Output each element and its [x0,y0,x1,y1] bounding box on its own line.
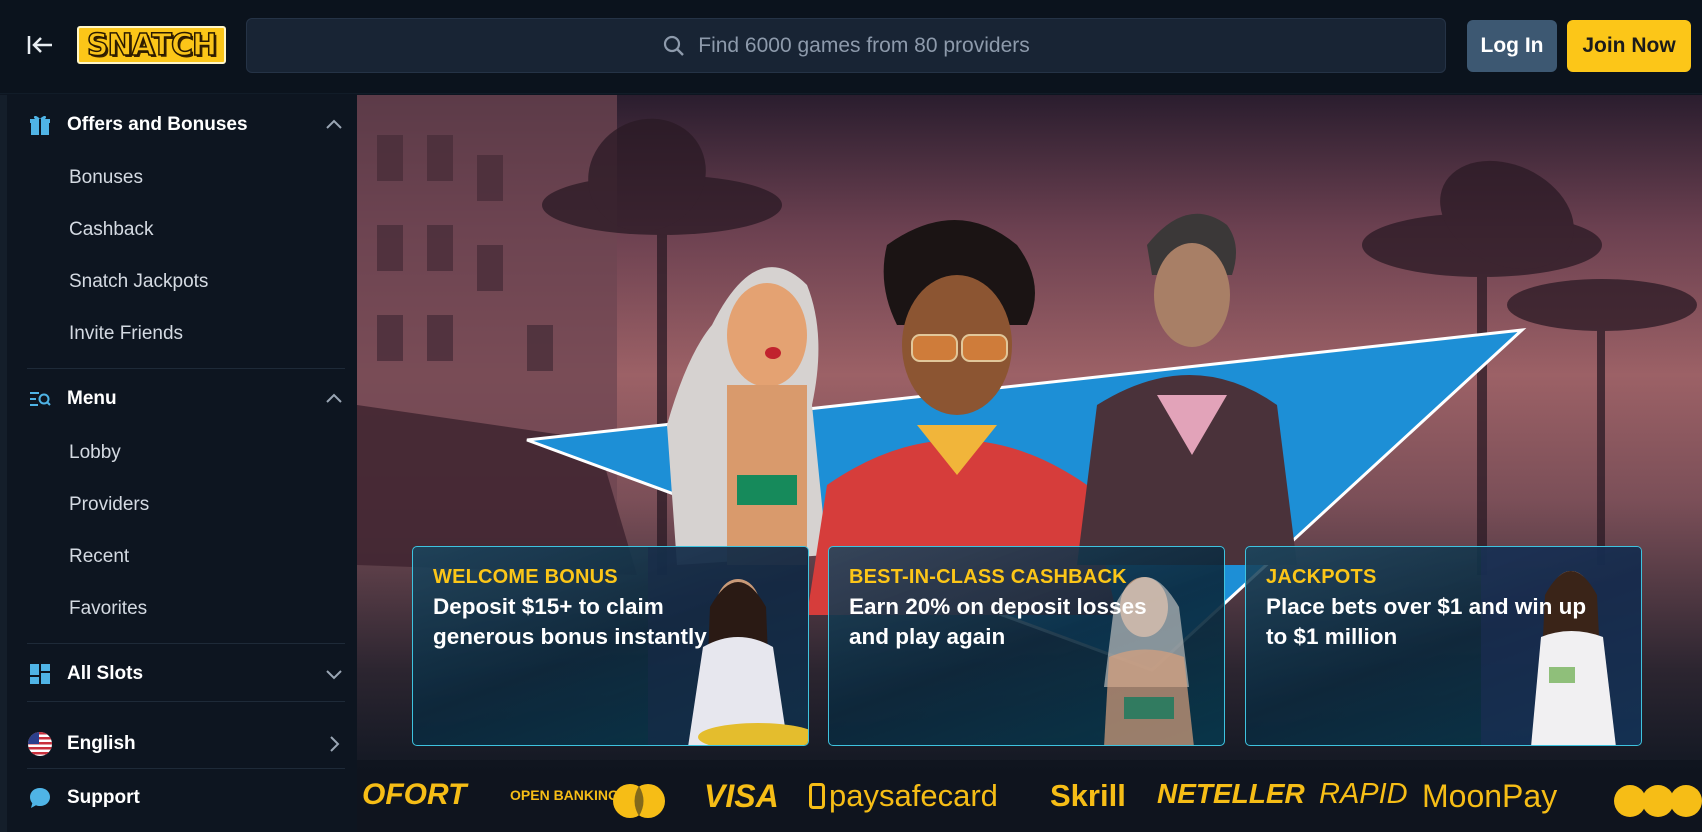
search-placeholder: Find 6000 games from 80 providers [698,33,1030,57]
divider [27,701,345,702]
chat-bubble-icon [27,785,53,811]
promo-card-welcome-bonus[interactable]: WELCOME BONUS Deposit $15+ to claim gene… [412,546,809,746]
promo-card-cashback[interactable]: BEST-IN-CLASS CASHBACK Earn 20% on depos… [828,546,1225,746]
crypto-coins-icon [1614,785,1702,817]
search-input[interactable]: Find 6000 games from 80 providers [246,18,1446,73]
sidebar-item-invite-friends[interactable]: Invite Friends [69,323,183,345]
menu-search-icon [27,386,53,412]
sidebar-item-cashback[interactable]: Cashback [69,219,154,241]
paysafecard-lock-icon [809,783,825,809]
sidebar-section-label: Menu [67,388,117,409]
sidebar: Offers and Bonuses Bonuses Cashback Snat… [0,95,357,832]
payment-moonpay: MoonPay [1422,778,1558,814]
mastercard-icon [613,784,665,818]
payment-sofort: OFORT [362,778,467,811]
logo[interactable]: SNATCH [77,26,226,64]
sidebar-item-recent[interactable]: Recent [69,546,129,568]
divider [27,368,345,369]
payment-visa: VISA [704,778,779,814]
payment-paysafecard: paysafecard [829,778,998,813]
sidebar-item-favorites[interactable]: Favorites [69,598,147,620]
join-now-button[interactable]: Join Now [1567,20,1691,72]
promo-kicker: JACKPOTS [1266,566,1377,588]
support-label: Support [67,787,140,808]
sidebar-item-lobby[interactable]: Lobby [69,442,121,464]
sidebar-section-all-slots[interactable]: All Slots [27,649,345,699]
top-bar: SNATCH Find 6000 games from 80 providers… [0,0,1702,94]
chevron-right-icon [330,736,340,752]
sidebar-item-bonuses[interactable]: Bonuses [69,167,143,189]
promo-card-jackpots[interactable]: JACKPOTS Place bets over $1 and win up t… [1245,546,1642,746]
collapse-sidebar-icon[interactable] [26,32,56,58]
promo-kicker: WELCOME BONUS [433,566,618,588]
sidebar-section-label: All Slots [67,663,144,684]
chevron-up-icon [326,393,342,403]
hero-banner[interactable]: WELCOME BONUS Deposit $15+ to claim gene… [357,95,1702,832]
chevron-up-icon [326,119,342,129]
logo-text: SNATCH [86,27,218,64]
gift-icon [27,112,53,138]
sidebar-item-providers[interactable]: Providers [69,494,149,516]
language-label: English [67,733,136,754]
promo-kicker: BEST-IN-CLASS CASHBACK [849,566,1127,588]
promo-body: Earn 20% on deposit losses and play agai… [849,594,1147,649]
payment-open-banking: OPEN BANKING [510,787,619,803]
promo-body: Deposit $15+ to claim generous bonus ins… [433,594,707,649]
sidebar-section-menu[interactable]: Menu [27,374,345,424]
slots-grid-icon [27,661,53,687]
us-flag-icon [27,731,53,757]
login-button[interactable]: Log In [1467,20,1557,72]
support-link[interactable]: Support [27,773,345,823]
search-icon [664,35,685,56]
payment-rapid: RAPID [1319,778,1408,810]
divider [27,768,345,769]
sidebar-section-offers[interactable]: Offers and Bonuses [27,100,345,150]
divider [27,643,345,644]
language-selector[interactable]: English [27,719,345,769]
payment-skrill: Skrill [1050,778,1126,813]
sidebar-section-label: Offers and Bonuses [67,114,248,135]
payment-neteller: NETELLER [1157,778,1305,809]
sidebar-item-snatch-jackpots[interactable]: Snatch Jackpots [69,271,208,293]
promo-body: Place bets over $1 and win up to $1 mill… [1266,594,1587,649]
chevron-down-icon [326,670,342,680]
